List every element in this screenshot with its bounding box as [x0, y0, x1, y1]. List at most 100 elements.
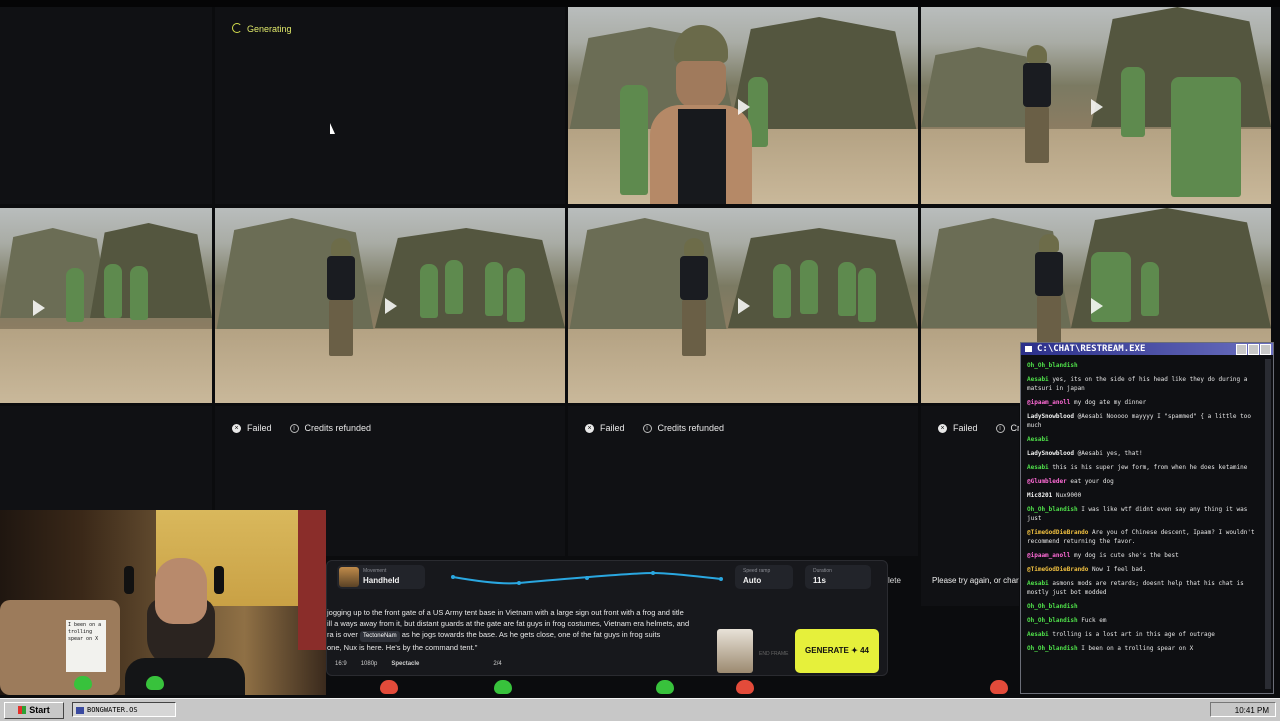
- chat-text: this is his super jew form, from when he…: [1052, 464, 1248, 471]
- chat-window: C:\CHAT\RESTREAM.EXE Oh_Oh_blandish Aesa…: [1020, 342, 1274, 694]
- chat-text: my dog is cute she's the best: [1073, 552, 1179, 559]
- prompt-line: ill a ways away from it, but distant gua…: [327, 619, 690, 628]
- hero-soldier: [323, 238, 359, 358]
- chat-text: Nux9000: [1055, 492, 1082, 499]
- speed-label: Speed ramp: [743, 568, 771, 574]
- webcam-note: I been on a trolling spear on X: [66, 620, 106, 672]
- failed-status: × Failed i Credi: [938, 423, 1019, 433]
- window-icon: [76, 707, 84, 714]
- retry-text: Please try again, or char: [932, 576, 1019, 585]
- play-icon[interactable]: [1091, 99, 1103, 115]
- chat-message: Aesabi yes, its on the side of his head …: [1027, 375, 1263, 393]
- chat-scrollbar[interactable]: [1265, 359, 1271, 689]
- play-icon[interactable]: [738, 298, 750, 314]
- chat-username[interactable]: @ipaam_anoll: [1027, 399, 1070, 406]
- chat-message: Aesabi: [1027, 435, 1263, 444]
- start-button[interactable]: Start: [4, 702, 64, 719]
- generating-label: Generating: [247, 24, 292, 34]
- hero-soldier: [1031, 234, 1067, 354]
- speed-curve[interactable]: [439, 565, 729, 589]
- chat-username[interactable]: LadySnowblood: [1027, 450, 1074, 457]
- gallery-video-2[interactable]: [921, 7, 1271, 204]
- chat-message: @ipaam_anoll my dog is cute she's the be…: [1027, 551, 1263, 560]
- count-button[interactable]: 2/4: [493, 661, 501, 667]
- gallery-tile-failed-1[interactable]: [0, 406, 212, 510]
- close-circle-icon: ×: [938, 423, 947, 433]
- chat-username[interactable]: @Glumbleder: [1027, 478, 1067, 485]
- gallery-tile-generating[interactable]: Generating: [215, 7, 565, 204]
- speed-ramp-selector[interactable]: Speed ramp Auto: [735, 565, 793, 589]
- prompt-fragment: ra is over: [327, 630, 360, 639]
- chat-username[interactable]: Oh_Oh_blandish: [1027, 362, 1078, 369]
- spinner-icon: [232, 23, 242, 33]
- chat-username[interactable]: Oh_Oh_blandish: [1027, 645, 1078, 652]
- duration-value: 11s: [813, 576, 826, 585]
- chat-message: LadySnowblood @Aesabi yes, that!: [1027, 449, 1263, 458]
- close-button[interactable]: [1260, 344, 1271, 355]
- delete-button[interactable]: lete: [888, 576, 901, 585]
- maximize-button[interactable]: [1248, 344, 1259, 355]
- frog-icon: [736, 680, 754, 694]
- chat-username[interactable]: Aesabi: [1027, 436, 1049, 443]
- chat-text: I been on a trolling spear on X: [1081, 645, 1194, 652]
- terminal-icon: [1025, 346, 1032, 352]
- play-icon[interactable]: [1091, 298, 1103, 314]
- chat-message: Oh_Oh_blandish: [1027, 602, 1263, 611]
- chat-username[interactable]: LadySnowblood: [1027, 413, 1074, 420]
- start-frame-thumbnail[interactable]: [717, 629, 753, 673]
- play-icon[interactable]: [385, 298, 397, 314]
- chat-titlebar: C:\CHAT\RESTREAM.EXE: [1021, 343, 1273, 355]
- taskbar-window-button[interactable]: BONGWATER.OS: [72, 702, 176, 717]
- frog-icon: [380, 680, 398, 694]
- gallery-video-1[interactable]: [568, 7, 918, 204]
- end-frame-slot[interactable]: END FRAME: [759, 651, 788, 658]
- chat-username[interactable]: Mic8201: [1027, 492, 1052, 499]
- generate-button[interactable]: GENERATE ✦ 44: [795, 629, 879, 673]
- prompt-input[interactable]: jogging up to the front gate of a US Arm…: [327, 607, 712, 653]
- chat-username[interactable]: @ipaam_anoll: [1027, 552, 1070, 559]
- system-tray-clock: 10:41 PM: [1210, 702, 1276, 717]
- prompt-line: jogging up to the front gate of a US Arm…: [327, 608, 684, 617]
- chat-text: eat your dog: [1070, 478, 1114, 485]
- chat-text: @Aesabi yes, that!: [1077, 450, 1143, 457]
- credits-icon: ✦: [851, 646, 858, 655]
- gallery-tile-failed-3[interactable]: × Failed i Credits refunded: [568, 406, 918, 556]
- chat-text: Now I feel bad.: [1092, 566, 1147, 573]
- minimize-button[interactable]: [1236, 344, 1247, 355]
- gallery-tile-empty[interactable]: [0, 7, 212, 204]
- hero-soldier: [1019, 45, 1055, 165]
- refund-label: Credits refunded: [304, 423, 372, 433]
- gallery-tile-failed-4[interactable]: × Failed i Credi Please try again, or char: [921, 406, 1019, 606]
- chat-message: Aesabi asmons mods are retards; doesnt h…: [1027, 579, 1263, 597]
- movement-selector[interactable]: Movement Handheld: [337, 565, 425, 589]
- duration-selector[interactable]: Duration 11s: [805, 565, 871, 589]
- aspect-ratio-button[interactable]: 16:9: [335, 661, 347, 667]
- chat-username[interactable]: Aesabi: [1027, 580, 1049, 587]
- chat-message: @ipaam_anoll my dog ate my dinner: [1027, 398, 1263, 407]
- chat-username[interactable]: Oh_Oh_blandish: [1027, 617, 1078, 624]
- chat-username[interactable]: Aesabi: [1027, 464, 1049, 471]
- gallery-video-3[interactable]: [0, 208, 212, 403]
- style-button[interactable]: Spectacle: [391, 661, 419, 667]
- resolution-button[interactable]: 1080p: [361, 661, 378, 667]
- mention-tag[interactable]: TectoneNam: [359, 631, 400, 642]
- prompt-toolbar: 16:9 1080p Spectacle 2/4: [335, 661, 502, 667]
- chat-username[interactable]: Oh_Oh_blandish: [1027, 603, 1078, 610]
- chat-messages: Oh_Oh_blandish Aesabi yes, its on the si…: [1027, 361, 1263, 658]
- chat-username[interactable]: Aesabi: [1027, 376, 1049, 383]
- play-icon[interactable]: [738, 99, 750, 115]
- speed-curve-graph: [451, 571, 723, 585]
- gallery-video-4[interactable]: [215, 208, 565, 403]
- chat-text: yes, its on the side of his head like th…: [1027, 376, 1248, 392]
- frog-icon: [74, 676, 92, 690]
- chat-username[interactable]: @TimeGodDieBrando: [1027, 529, 1088, 536]
- frog-icon: [656, 680, 674, 694]
- prompt-panel: Movement Handheld Speed ramp Auto Durati…: [326, 560, 888, 676]
- play-icon[interactable]: [33, 300, 45, 316]
- gallery-video-5[interactable]: [568, 208, 918, 403]
- chat-username[interactable]: @TimeGodDieBrando: [1027, 566, 1088, 573]
- chat-username[interactable]: Oh_Oh_blandish: [1027, 506, 1078, 513]
- chat-message: @TimeGodDieBrando Now I feel bad.: [1027, 565, 1263, 574]
- chat-username[interactable]: Aesabi: [1027, 631, 1049, 638]
- chat-message: Oh_Oh_blandish I was like wtf didnt even…: [1027, 505, 1263, 523]
